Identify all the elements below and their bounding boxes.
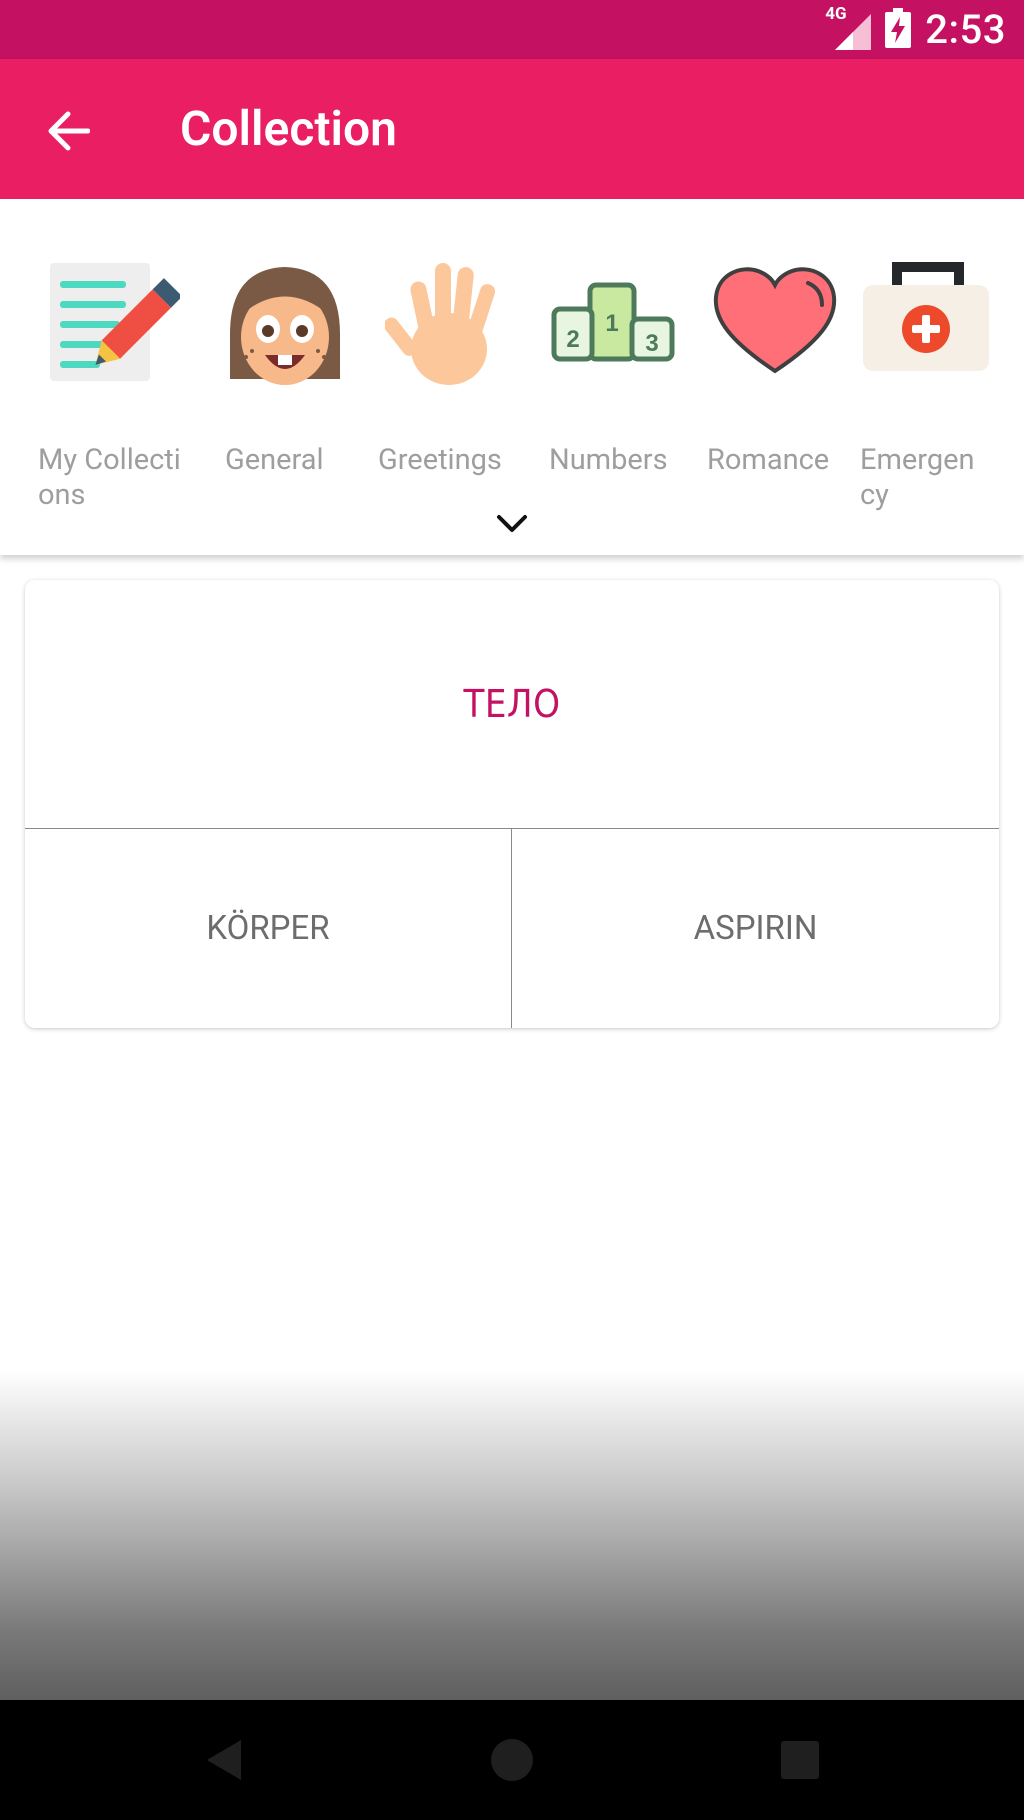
quiz-card: ТЕЛО KÖRPER ASPIRIN [25, 580, 999, 1028]
page-title: Collection [180, 100, 397, 157]
nav-home-icon[interactable] [482, 1730, 542, 1790]
category-label: Greetings [378, 443, 502, 477]
category-label: Romance [707, 443, 830, 477]
smiling-face-icon [230, 267, 340, 385]
clock: 2:53 [925, 6, 1006, 53]
nav-recents-icon[interactable] [770, 1730, 830, 1790]
status-icons: 4G 2:53 [825, 0, 1006, 59]
category-panel: My Collections General Greetings 1 2 3 N… [0, 199, 1024, 555]
chevron-down-icon [497, 515, 527, 532]
category-romance[interactable]: Romance [705, 259, 845, 479]
answer-option-1[interactable]: KÖRPER [25, 829, 512, 1028]
category-label: Numbers [549, 443, 668, 477]
category-numbers[interactable]: 1 2 3 Numbers [545, 259, 685, 479]
navigation-bar [0, 1700, 1024, 1820]
first-aid-kit-icon [863, 262, 989, 371]
expand-button[interactable] [492, 504, 532, 544]
category-greetings[interactable]: Greetings [375, 259, 515, 479]
waving-hand-icon [385, 263, 496, 385]
svg-text:1: 1 [605, 310, 618, 337]
category-my-collections[interactable]: My Collections [38, 259, 188, 512]
category-general[interactable]: General [210, 259, 340, 479]
svg-text:3: 3 [645, 330, 658, 357]
category-label: My Collections [38, 443, 181, 512]
svg-text:2: 2 [566, 326, 579, 353]
category-label: Emergency [860, 443, 975, 512]
notebook-pencil-icon [50, 263, 180, 381]
arrow-back-icon [48, 111, 90, 151]
app-bar: Collection [0, 59, 1024, 199]
signal-icon: 4G [825, 4, 872, 50]
answer-option-2[interactable]: ASPIRIN [512, 829, 999, 1028]
podium-icon: 1 2 3 [551, 282, 675, 362]
battery-charging-icon [885, 7, 912, 52]
heart-icon [713, 267, 837, 374]
back-button[interactable] [36, 99, 100, 163]
bottom-fade [0, 1370, 1024, 1700]
category-label: General [225, 443, 324, 477]
category-emergency[interactable]: Emergency [858, 259, 989, 512]
status-bar: 4G 2:53 [0, 0, 1024, 59]
nav-back-icon[interactable] [195, 1730, 255, 1790]
quiz-word: ТЕЛО [25, 580, 999, 829]
